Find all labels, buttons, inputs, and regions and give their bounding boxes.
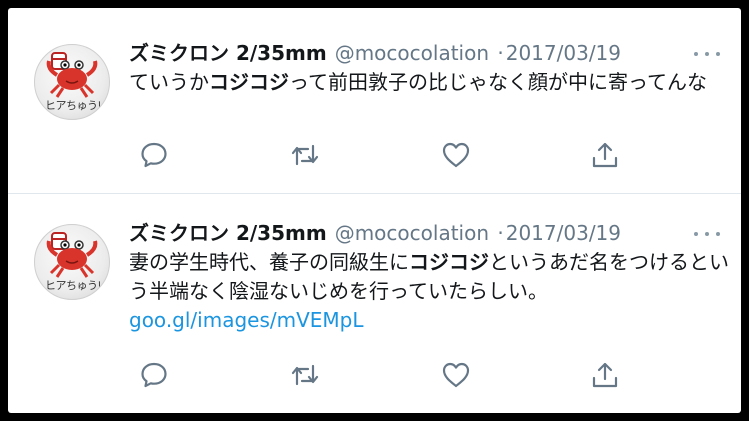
share-icon[interactable] [590, 360, 620, 390]
avatar[interactable]: ヒアちゅうい [34, 44, 110, 120]
share-icon[interactable] [590, 140, 620, 170]
retweet-icon[interactable] [290, 360, 320, 390]
more-icon[interactable] [694, 228, 722, 240]
tweet-text: ていうかコジコジって前田敦子の比じゃなく顔が中に寄ってんな [129, 68, 729, 97]
reply-icon[interactable] [139, 360, 169, 390]
tweet-link[interactable]: goo.gl/images/mVEMpL [129, 306, 729, 335]
tweet[interactable]: ヒアちゅうい ズミクロン 2/35mm @mococolation · 2017/0… [8, 194, 741, 413]
tweet-text-part: って前田敦子の比じゃなく顔が中に寄ってんな [289, 70, 707, 94]
tweet-date[interactable]: 2017/03/19 [506, 221, 621, 245]
avatar[interactable]: ヒアちゅうい [34, 224, 110, 300]
tweet-header: ズミクロン 2/35mm @mococolation · 2017/03/19 [129, 218, 621, 248]
author-handle[interactable]: @mococolation [335, 41, 489, 65]
tweet-text: 妻の学生時代、養子の同級生にコジコジというあだ名をつけるという半端なく陰湿ないじ… [129, 248, 729, 335]
avatar-caption: ヒアちゅうい [45, 279, 109, 292]
tweet-text-part: ていうか [129, 70, 209, 94]
author-name[interactable]: ズミクロン 2/35mm [129, 41, 327, 65]
tweet[interactable]: ヒアちゅうい ズミクロン 2/35mm @mococolation · 2017/0… [8, 8, 741, 193]
like-icon[interactable] [441, 140, 471, 170]
tweet-text-part: 妻の学生時代、養子の同級生に [129, 250, 409, 274]
tweet-date[interactable]: 2017/03/19 [506, 41, 621, 65]
separator-dot: · [497, 41, 504, 65]
author-name[interactable]: ズミクロン 2/35mm [129, 221, 327, 245]
retweet-icon[interactable] [290, 140, 320, 170]
tweet-text-bold: コジコジ [409, 250, 489, 274]
tweet-actions [129, 360, 629, 390]
reply-icon[interactable] [139, 140, 169, 170]
tweet-text-bold: コジコジ [209, 70, 289, 94]
like-icon[interactable] [441, 360, 471, 390]
avatar-caption: ヒアちゅうい [45, 99, 109, 112]
tweet-actions [129, 140, 629, 170]
timeline: ヒアちゅうい ズミクロン 2/35mm @mococolation · 2017/0… [8, 8, 741, 413]
author-handle[interactable]: @mococolation [335, 221, 489, 245]
more-icon[interactable] [694, 48, 722, 60]
tweet-header: ズミクロン 2/35mm @mococolation · 2017/03/19 [129, 38, 621, 68]
separator-dot: · [497, 221, 504, 245]
